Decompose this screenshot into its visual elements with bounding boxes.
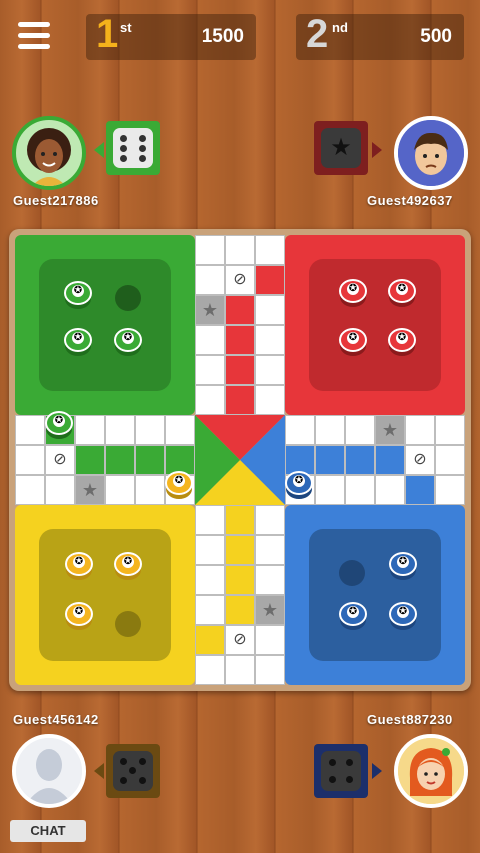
die-face-five bbox=[113, 751, 153, 791]
second-score: 500 bbox=[420, 26, 452, 47]
second-place-panel: 2 nd 500 bbox=[296, 12, 464, 60]
empty-token-slot bbox=[339, 560, 365, 586]
yellow-token[interactable]: ✪ bbox=[114, 552, 142, 582]
first-rank-number: 1 bbox=[96, 12, 119, 56]
player-avatar-bottom-left[interactable] bbox=[12, 734, 86, 808]
blocked-cell-icon: ⊘ bbox=[225, 625, 255, 655]
second-rank-suffix: nd bbox=[332, 20, 348, 35]
blue-token[interactable]: ✪ bbox=[389, 552, 417, 582]
blue-token[interactable]: ✪ bbox=[339, 602, 367, 632]
die-face-six bbox=[113, 128, 153, 168]
first-score: 1500 bbox=[201, 26, 244, 47]
safe-star-icon: ★ bbox=[75, 475, 105, 505]
blocked-cell-icon: ⊘ bbox=[225, 265, 255, 295]
blue-token[interactable]: ✪ bbox=[389, 602, 417, 632]
blocked-cell-icon: ⊘ bbox=[405, 445, 435, 475]
dice-bottom-right bbox=[314, 744, 368, 798]
safe-star-icon: ★ bbox=[375, 415, 405, 445]
player-avatar-top-right[interactable] bbox=[394, 116, 468, 190]
first-rank-suffix: st bbox=[120, 20, 132, 35]
green-token[interactable]: ✪ bbox=[64, 328, 92, 358]
hamburger-menu-icon bbox=[18, 22, 50, 27]
yellow-token[interactable]: ✪ bbox=[165, 471, 193, 501]
player-avatar-bottom-right[interactable] bbox=[394, 734, 468, 808]
blocked-cell-icon: ⊘ bbox=[45, 445, 75, 475]
menu-button[interactable] bbox=[18, 22, 50, 50]
player-name-top-right: Guest492637 bbox=[367, 193, 453, 208]
safe-star-icon: ★ bbox=[195, 295, 225, 325]
player-name-top-left: Guest217886 bbox=[13, 193, 99, 208]
turn-arrow-top-left bbox=[94, 142, 104, 158]
ludo-board: ⊘ ★ ★ ⊘ ⊘ ★ ★ ⊘ ✪ ✪ ✪ ✪ ✪ ✪ ✪ ✪ ✪ ✪ ✪ ✪ … bbox=[9, 229, 471, 691]
green-token[interactable]: ✪ bbox=[64, 281, 92, 311]
green-token[interactable]: ✪ bbox=[114, 328, 142, 358]
player-name-bottom-left: Guest456142 bbox=[13, 712, 99, 727]
red-token[interactable]: ✪ bbox=[339, 279, 367, 309]
green-token[interactable]: ✪ bbox=[45, 411, 73, 441]
die-face-four bbox=[321, 751, 361, 791]
red-token[interactable]: ✪ bbox=[388, 328, 416, 358]
star-icon: ★ bbox=[321, 128, 361, 168]
red-token[interactable]: ✪ bbox=[339, 328, 367, 358]
player-name-bottom-right: Guest887230 bbox=[367, 712, 453, 727]
second-rank-number: 2 bbox=[306, 12, 329, 56]
yellow-token[interactable]: ✪ bbox=[65, 602, 93, 632]
turn-arrow-bottom-right bbox=[372, 763, 382, 779]
dice-top-right: ★ bbox=[314, 121, 368, 175]
yellow-token[interactable]: ✪ bbox=[65, 552, 93, 582]
safe-star-icon: ★ bbox=[255, 595, 285, 625]
blue-token[interactable]: ✪ bbox=[285, 471, 313, 501]
dice-bottom-left bbox=[106, 744, 160, 798]
empty-token-slot bbox=[115, 285, 141, 311]
player-avatar-top-left[interactable] bbox=[12, 116, 86, 190]
turn-arrow-top-right bbox=[372, 142, 382, 158]
red-token[interactable]: ✪ bbox=[388, 279, 416, 309]
first-place-panel: 1 st 1500 bbox=[86, 12, 256, 60]
turn-arrow-bottom-left bbox=[94, 763, 104, 779]
dice-top-left[interactable] bbox=[106, 121, 160, 175]
chat-button[interactable]: CHAT bbox=[10, 820, 86, 842]
empty-token-slot bbox=[115, 611, 141, 637]
